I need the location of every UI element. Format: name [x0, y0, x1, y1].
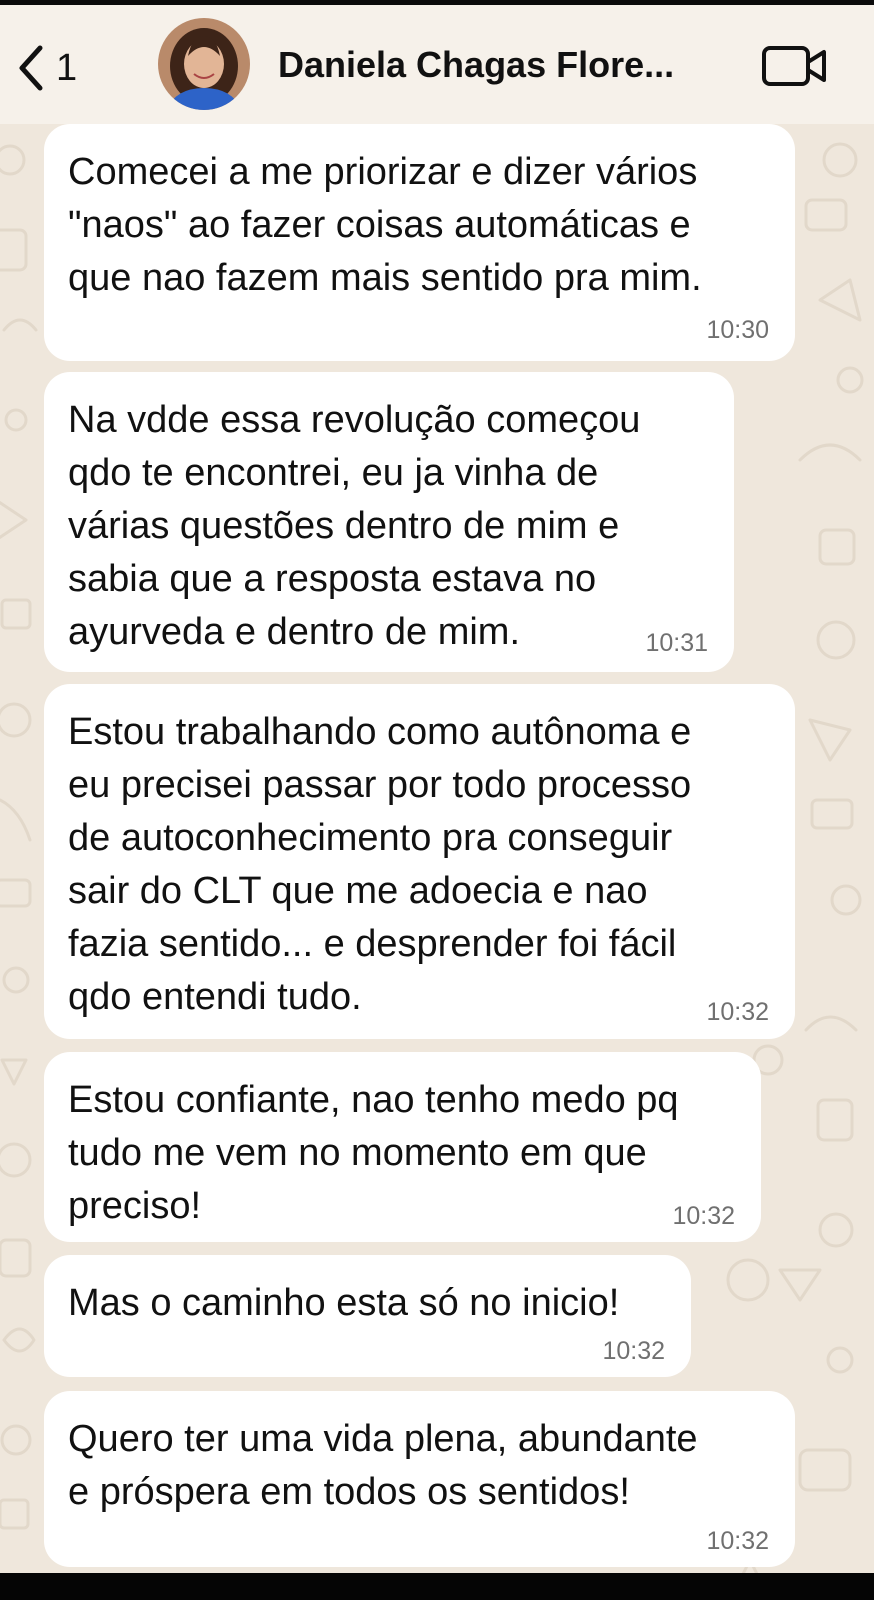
- message-bubble[interactable]: Comecei a me priorizar e dizer vários "n…: [44, 124, 795, 361]
- message-bubble[interactable]: Quero ter uma vida plena, abundante e pr…: [44, 1391, 795, 1567]
- message-timestamp: 10:31: [645, 629, 708, 657]
- unread-count: 1: [56, 46, 78, 89]
- message-timestamp: 10:32: [602, 1337, 665, 1365]
- video-camera-icon: [760, 46, 832, 94]
- message-timestamp: 10:30: [706, 316, 769, 344]
- contact-name[interactable]: Daniela Chagas Flore...: [278, 44, 748, 86]
- message-text: Mas o caminho esta só no inicio!: [68, 1282, 620, 1324]
- chat-header: 1 Daniela Chagas Flore...: [0, 0, 874, 124]
- home-indicator-bar: [0, 1573, 874, 1600]
- message-bubble[interactable]: Estou confiante, nao tenho medo pq tudo …: [44, 1052, 761, 1242]
- message-bubble[interactable]: Mas o caminho esta só no inicio! 10:32: [44, 1255, 691, 1377]
- message-bubble[interactable]: Estou trabalhando como autônoma e eu pre…: [44, 684, 795, 1039]
- message-timestamp: 10:32: [706, 998, 769, 1026]
- message-text: Quero ter uma vida plena, abundante e pr…: [68, 1418, 698, 1513]
- message-text: Estou confiante, nao tenho medo pq tudo …: [68, 1079, 679, 1227]
- message-timestamp: 10:32: [672, 1202, 735, 1230]
- chevron-left-icon: [14, 44, 46, 92]
- message-timestamp: 10:32: [706, 1527, 769, 1555]
- back-button[interactable]: 1: [14, 28, 77, 108]
- message-list: Comecei a me priorizar e dizer vários "n…: [0, 0, 874, 1600]
- avatar[interactable]: [158, 18, 250, 110]
- status-strip: [0, 0, 874, 5]
- message-text: Estou trabalhando como autônoma e eu pre…: [68, 711, 692, 1018]
- message-text: Comecei a me priorizar e dizer vários "n…: [68, 151, 702, 299]
- video-call-button[interactable]: [760, 42, 832, 90]
- message-text: Na vdde essa revolução começou qdo te en…: [68, 399, 641, 653]
- message-bubble[interactable]: Na vdde essa revolução começou qdo te en…: [44, 372, 734, 672]
